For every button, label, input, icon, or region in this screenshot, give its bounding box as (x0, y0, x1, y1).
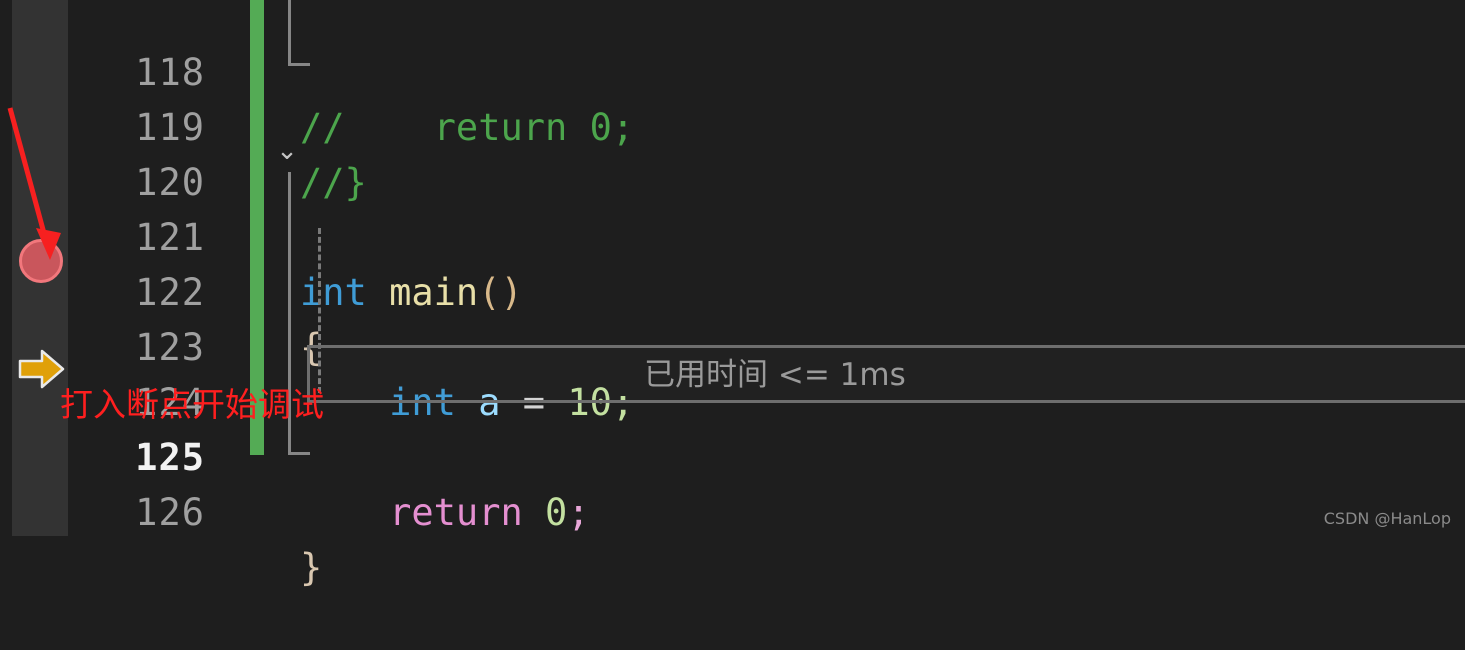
annotation-text: 打入断点开始调试 (60, 385, 324, 424)
line-number: 126 (135, 491, 205, 534)
watermark: CSDN @HanLop (1323, 509, 1451, 528)
chevron-down-icon[interactable]: ⌄ (274, 138, 300, 164)
token-brace-close: } (300, 546, 323, 589)
bracket-guide-comment-bottom (288, 63, 310, 66)
line-content: return 0; (300, 485, 590, 540)
line-content: } (300, 540, 322, 595)
code-editor[interactable]: 118 // return 0; 119 //} 120 121 int mai… (0, 0, 1465, 589)
code-line-119[interactable]: 119 //} (0, 45, 1465, 204)
execution-arrow-icon (18, 349, 65, 389)
token-keyword: return (389, 491, 523, 534)
token-number: 0 (545, 491, 568, 534)
code-line-121[interactable]: 121 int main() (0, 155, 1465, 314)
code-line-123[interactable]: 123 int a = 10; (0, 265, 1465, 424)
code-line-126[interactable]: 126 } (0, 430, 1465, 589)
elapsed-time-hint: 已用时间 <= 1ms (644, 357, 906, 393)
bracket-guide-comment-vertical (288, 0, 291, 66)
code-line-122[interactable]: 122 { (0, 210, 1465, 369)
token-semicolon: ; (567, 491, 590, 534)
code-line-120[interactable]: 120 (0, 100, 1465, 204)
breakpoint-dot[interactable] (19, 239, 63, 283)
indent-guide (318, 228, 321, 393)
code-line-118[interactable]: 118 // return 0; (0, 0, 1465, 149)
bracket-guide-main-bottom (288, 452, 310, 455)
